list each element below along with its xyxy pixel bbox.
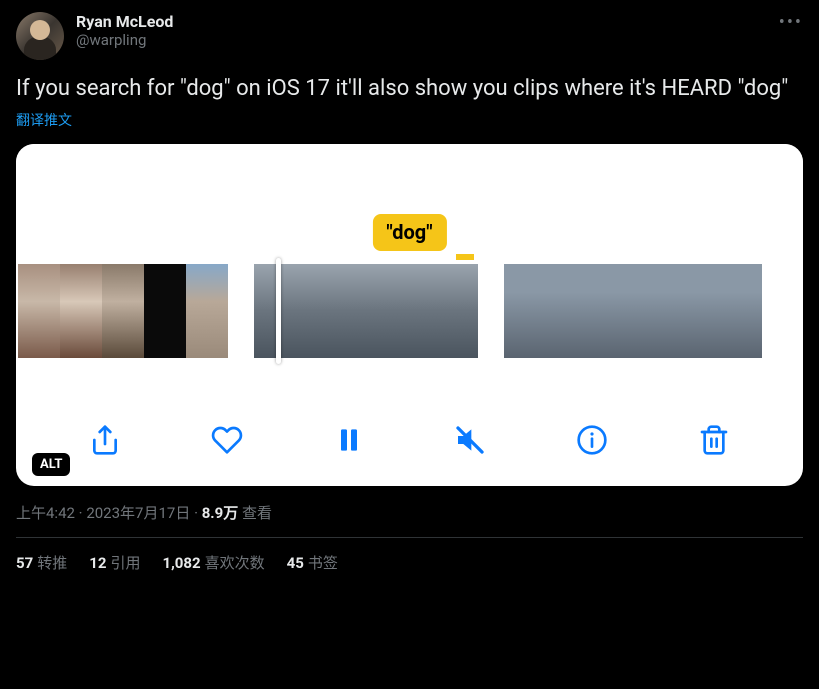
clip-thumb: [366, 264, 422, 358]
clip-thumb: [633, 264, 676, 358]
trash-icon[interactable]: [698, 424, 730, 456]
pause-icon[interactable]: [333, 424, 365, 456]
clip-thumb: [547, 264, 590, 358]
tweet-header: Ryan McLeod @warpling •••: [16, 12, 803, 60]
views-label: 查看: [242, 504, 272, 522]
display-name: Ryan McLeod: [76, 12, 173, 31]
tweet-meta: 上午4:42 · 2023年7月17日 · 8.9万 查看: [16, 502, 803, 523]
tweet-text: If you search for "dog" on iOS 17 it'll …: [16, 74, 803, 104]
clip-thumb: [504, 264, 547, 358]
divider: [16, 537, 803, 538]
mute-icon[interactable]: [454, 424, 486, 456]
likes-stat[interactable]: 1,082 喜欢次数: [162, 552, 264, 573]
tweet-date[interactable]: 2023年7月17日: [86, 504, 190, 522]
clip-thumb: [676, 264, 719, 358]
quotes-stat[interactable]: 12引用: [89, 552, 140, 573]
bookmarks-stat[interactable]: 45书签: [287, 552, 338, 573]
tweet-container: Ryan McLeod @warpling ••• If you search …: [0, 0, 819, 585]
clip-thumb: [422, 264, 478, 358]
author-block[interactable]: Ryan McLeod @warpling: [76, 12, 173, 49]
likes-label: 喜欢次数: [205, 554, 265, 572]
likes-count: 1,082: [162, 554, 200, 572]
playhead-indicator[interactable]: [276, 258, 281, 364]
heart-icon[interactable]: [211, 424, 243, 456]
retweets-label: 转推: [37, 554, 67, 572]
more-options-icon[interactable]: •••: [779, 12, 803, 33]
clip-thumb: [310, 264, 366, 358]
avatar[interactable]: [16, 12, 64, 60]
retweets-stat[interactable]: 57转推: [16, 552, 67, 573]
clip-group-1[interactable]: [18, 264, 228, 358]
translate-link[interactable]: 翻译推文: [16, 110, 72, 130]
clip-thumb: [254, 264, 310, 358]
clip-thumb: [60, 264, 102, 358]
quotes-count: 12: [89, 554, 106, 572]
views-count: 8.9万: [202, 504, 239, 522]
clip-group-3[interactable]: [504, 264, 762, 358]
handle: @warpling: [76, 31, 173, 49]
tweet-time[interactable]: 上午4:42: [16, 504, 75, 522]
info-icon[interactable]: [576, 424, 608, 456]
retweets-count: 57: [16, 554, 33, 572]
clip-thumb: [102, 264, 144, 358]
alt-badge[interactable]: ALT: [32, 453, 70, 476]
clip-thumb: [186, 264, 228, 358]
clip-timeline: [16, 264, 803, 358]
media-whitespace: [16, 144, 803, 222]
clip-thumb: [590, 264, 633, 358]
quotes-label: 引用: [110, 554, 140, 572]
caption-badge: "dog": [372, 214, 446, 251]
clip-thumb: [18, 264, 60, 358]
share-icon[interactable]: [89, 424, 121, 456]
stats-row: 57转推 12引用 1,082 喜欢次数 45书签: [16, 552, 803, 573]
media-toolbar: [16, 424, 803, 456]
bookmarks-count: 45: [287, 554, 304, 572]
caption-marker: [456, 254, 474, 260]
clip-thumb: [144, 264, 186, 358]
clip-group-2[interactable]: [254, 264, 478, 358]
bookmarks-label: 书签: [308, 554, 338, 572]
clip-thumb: [719, 264, 762, 358]
media-card[interactable]: "dog": [16, 144, 803, 486]
